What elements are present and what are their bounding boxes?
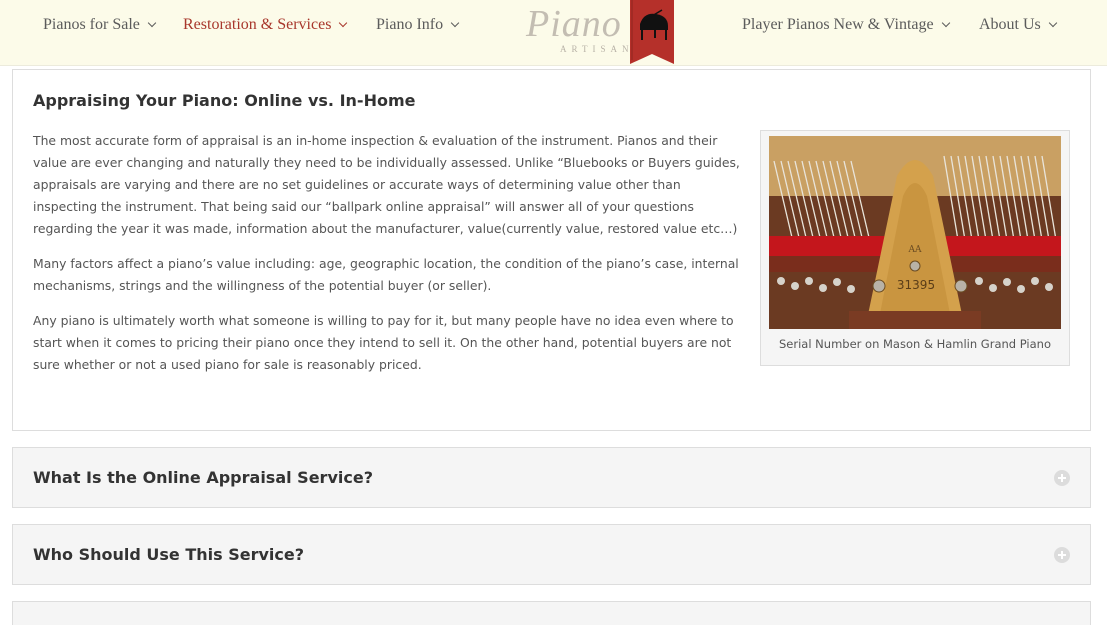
nav-about-us[interactable]: About Us bbox=[979, 16, 1058, 34]
paragraph: The most accurate form of appraisal is a… bbox=[33, 133, 740, 236]
expand-plus-icon[interactable] bbox=[1054, 470, 1070, 486]
nav-label: Piano Info bbox=[376, 16, 444, 33]
nav-label: About Us bbox=[979, 16, 1041, 33]
paragraph: Any piano is ultimately worth what someo… bbox=[33, 313, 734, 372]
chevron-down-icon bbox=[1048, 18, 1058, 28]
plate-letters: AA bbox=[908, 245, 922, 255]
nav-player-pianos[interactable]: Player Pianos New & Vintage bbox=[742, 16, 950, 34]
chevron-down-icon bbox=[941, 18, 950, 28]
chevron-down-icon bbox=[450, 18, 460, 28]
grand-piano-flag-icon bbox=[630, 0, 674, 64]
logo-wordmark: Piano bbox=[526, 3, 622, 45]
appraisal-panel: Appraising Your Piano: Online vs. In-Hom… bbox=[12, 69, 1091, 431]
accordion-item[interactable]: Who Should Use This Service? bbox=[12, 524, 1091, 585]
nav-label: Pianos for Sale bbox=[43, 16, 140, 33]
serial-number-stamp: 31395 bbox=[897, 278, 935, 292]
accordion-item[interactable] bbox=[12, 601, 1091, 625]
nav-label: Player Pianos New & Vintage bbox=[742, 16, 934, 33]
figure-caption: Serial Number on Mason & Hamlin Grand Pi… bbox=[778, 337, 1051, 351]
paragraph: Many factors affect a piano’s value incl… bbox=[33, 256, 739, 293]
nav-pianos-for-sale[interactable]: Pianos for Sale bbox=[43, 16, 157, 34]
top-navigation: Pianos for Sale Restoration & Services P… bbox=[0, 0, 1107, 66]
piano-serial-photo: AA 31395 bbox=[769, 136, 1061, 329]
expand-plus-icon[interactable] bbox=[1054, 547, 1070, 563]
nav-piano-info[interactable]: Piano Info bbox=[376, 16, 460, 34]
nav-label: Restoration & Services bbox=[183, 16, 332, 33]
chevron-down-icon bbox=[339, 18, 348, 28]
piano-artisans-logo[interactable]: Piano ARTISANS bbox=[522, 0, 678, 66]
nav-restoration-services[interactable]: Restoration & Services bbox=[183, 16, 348, 34]
section-content: The most accurate form of appraisal is a… bbox=[33, 130, 745, 389]
accordion-title: What Is the Online Appraisal Service? bbox=[33, 468, 373, 487]
accordion-item[interactable]: What Is the Online Appraisal Service? bbox=[12, 447, 1091, 508]
chevron-down-icon bbox=[147, 18, 157, 28]
accordion-title: Who Should Use This Service? bbox=[33, 545, 305, 564]
photo-figure: AA 31395 Serial Number on Mason & Hamlin… bbox=[760, 130, 1070, 366]
section-title: Appraising Your Piano: Online vs. In-Hom… bbox=[33, 91, 416, 110]
